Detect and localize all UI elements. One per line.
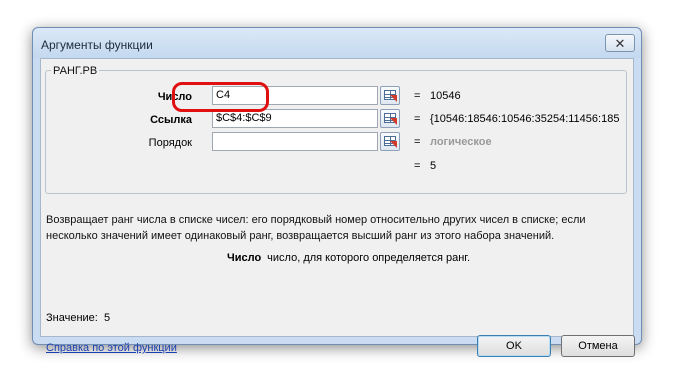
help-link[interactable]: Справка по этой функции — [46, 342, 177, 354]
equals-sign: = — [414, 160, 421, 172]
parameter-help: Число число, для которого определяется ра… — [227, 252, 470, 264]
ref-button-ref[interactable] — [380, 109, 400, 128]
function-group: РАНГ.РВ Число C4 = 10546 Ссылка $C$4:$C$… — [45, 65, 627, 194]
ref-button-order[interactable] — [380, 132, 400, 151]
ok-button[interactable]: OK — [477, 335, 551, 357]
arg-input-order[interactable] — [212, 132, 378, 151]
value-result: 5 — [103, 312, 111, 324]
dialog-body: РАНГ.РВ Число C4 = 10546 Ссылка $C$4:$C$… — [40, 58, 635, 357]
value-line: Значение: 5 — [46, 312, 110, 324]
arg-result-ref: {10546:18546:10546:35254:11456:185 — [430, 113, 620, 125]
arg-label-order: Порядок — [148, 137, 192, 149]
function-name: РАНГ.РВ — [51, 65, 100, 77]
arg-label-ref: Ссылка — [150, 114, 192, 126]
highlight-annotation — [172, 82, 269, 112]
dialog-title: Аргументы функции — [41, 38, 153, 52]
value-label: Значение: — [46, 312, 98, 324]
arg-result-number: 10546 — [430, 90, 461, 102]
equals-sign: = — [414, 113, 421, 125]
parameter-name: Число — [227, 252, 262, 264]
parameter-text: число, для которого определяется ранг. — [267, 252, 471, 264]
cancel-button[interactable]: Отмена — [561, 335, 635, 357]
close-icon: ✕ — [614, 35, 626, 51]
title-bar[interactable]: Аргументы функции ✕ — [33, 28, 641, 58]
close-button[interactable]: ✕ — [605, 34, 635, 52]
function-description: Возвращает ранг числа в списке чисел: ег… — [46, 214, 586, 242]
arg-result-order: логическое — [430, 136, 492, 148]
function-arguments-dialog: Аргументы функции ✕ РАНГ.РВ Число C4 = 1… — [32, 27, 642, 357]
formula-result: 5 — [430, 160, 437, 172]
ref-button-number[interactable] — [380, 86, 400, 105]
equals-sign: = — [414, 136, 421, 148]
equals-sign: = — [414, 90, 421, 102]
